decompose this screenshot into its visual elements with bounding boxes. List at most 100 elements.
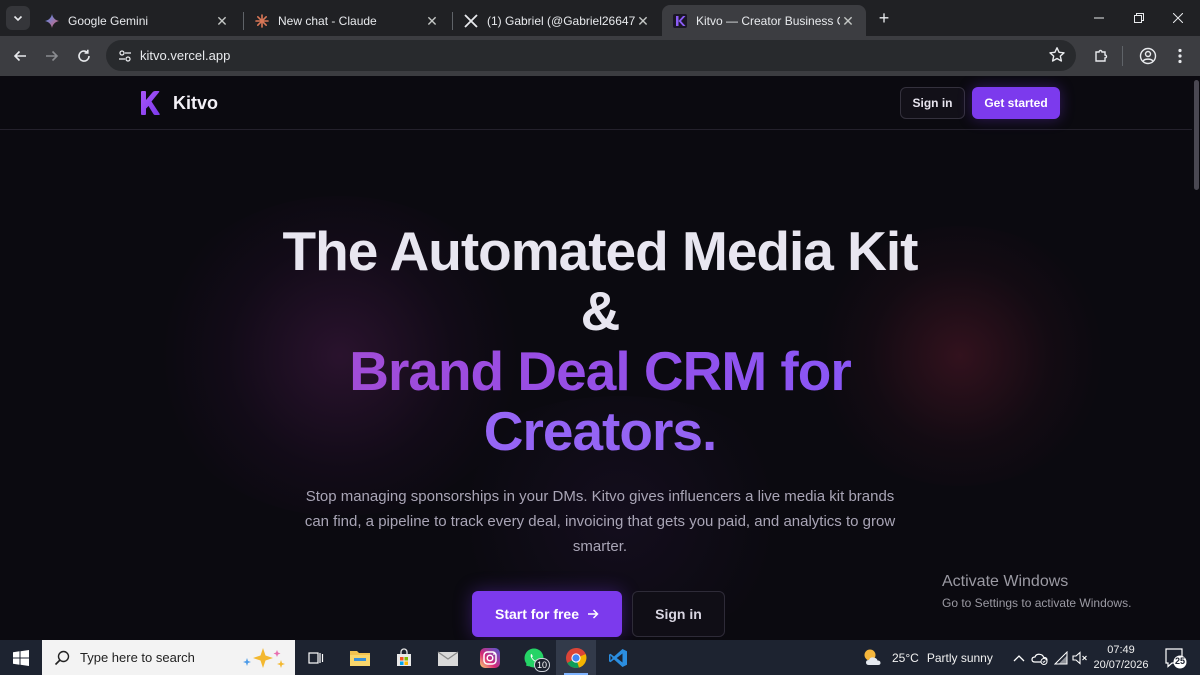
search-icon: [54, 650, 70, 665]
extensions-button[interactable]: [1089, 44, 1113, 68]
tab-google-gemini[interactable]: Google Gemini ✕: [34, 5, 240, 36]
tab-title: Google Gemini: [68, 13, 149, 28]
site-info-icon[interactable]: [116, 47, 134, 65]
vscode-button[interactable]: [598, 640, 638, 675]
tab-new-chat-claude[interactable]: New chat - Claude ✕: [244, 5, 450, 36]
search-highlight-sparkle-icon: [243, 648, 285, 668]
tab-x-profile[interactable]: (1) Gabriel (@Gabriel266477) / X ✕: [453, 5, 661, 36]
kitvo-logo-icon: [141, 91, 160, 115]
hero-line-3: Brand Deal CRM for: [0, 341, 1200, 401]
url-text[interactable]: kitvo.vercel.app: [140, 48, 230, 63]
brand-name: Kitvo: [173, 92, 218, 113]
clock-date: 20/07/2026: [1093, 659, 1149, 671]
site-header: Kitvo Sign in Get started: [0, 76, 1200, 130]
address-bar[interactable]: kitvo.vercel.app: [106, 40, 1076, 71]
chrome-menu-button[interactable]: [1168, 44, 1192, 68]
hero-line-1: The Automated Media Kit: [282, 220, 919, 282]
x-icon: [463, 13, 479, 29]
nav-signin-button[interactable]: Sign in: [900, 87, 965, 119]
weather-widget[interactable]: 25°C Partly sunny: [862, 640, 993, 675]
instagram-button[interactable]: [470, 640, 510, 675]
file-explorer-icon: [350, 650, 370, 666]
start-for-free-label: Start for free: [494, 606, 580, 622]
cloud-sync-icon: [1031, 653, 1048, 665]
more-vertical-icon: [1178, 48, 1182, 64]
gemini-icon: [44, 13, 60, 29]
tab-search-button[interactable]: [6, 6, 30, 30]
start-for-free-button[interactable]: Start for free: [472, 591, 622, 637]
arrow-left-icon: [13, 50, 26, 62]
reload-icon: [78, 49, 90, 62]
tab-title: New chat - Claude: [278, 13, 377, 28]
microsoft-store-icon: [397, 647, 411, 666]
system-clock[interactable]: 07:49 20/07/2026: [1093, 643, 1149, 673]
microsoft-store-button[interactable]: [384, 640, 424, 675]
weather-temperature: 25°C: [892, 650, 919, 665]
onedrive-tray-button[interactable]: [1030, 640, 1050, 675]
reload-button[interactable]: [72, 44, 96, 68]
vscode-icon: [609, 648, 627, 667]
browser-tab-strip: Google Gemini ✕ New chat - Claude ✕ (1) …: [0, 0, 1200, 36]
chrome-icon: [566, 647, 587, 668]
page-scrollbar[interactable]: [1192, 76, 1200, 640]
forward-button[interactable]: [40, 44, 64, 68]
new-tab-button[interactable]: +: [874, 8, 894, 28]
browser-toolbar: kitvo.vercel.app: [0, 36, 1200, 76]
weather-condition: Partly sunny: [926, 650, 993, 665]
taskbar-search[interactable]: Type here to search: [42, 640, 295, 675]
tab-title: (1) Gabriel (@Gabriel266477) / X: [487, 13, 635, 28]
hero-heading: The Automated Media Kit & Brand Deal CRM…: [0, 221, 1200, 461]
activate-windows-title: Activate Windows: [942, 573, 1069, 590]
show-hidden-icons-button[interactable]: [1010, 640, 1028, 675]
notification-count: 25: [1174, 656, 1185, 666]
activate-windows-subtitle: Go to Settings to activate Windows.: [942, 596, 1132, 610]
task-view-icon: [308, 651, 324, 664]
volume-tray-button[interactable]: [1071, 640, 1089, 675]
windows-taskbar: Type here to search 10 25°C Partly sunny: [0, 640, 1200, 675]
hero-subtext: Stop managing sponsorships in your DMs. …: [304, 488, 896, 555]
claude-icon: [254, 13, 270, 29]
tab-title: Kitvo — Creator Business OS: [696, 13, 840, 28]
chevron-down-icon: [13, 15, 23, 22]
back-button[interactable]: [8, 44, 32, 68]
close-icon[interactable]: ✕: [424, 13, 440, 29]
puzzle-icon: [1095, 49, 1108, 62]
activate-windows-watermark: Activate Windows Go to Settings to activ…: [942, 572, 1131, 612]
close-window-button[interactable]: [1156, 0, 1200, 36]
instagram-icon: [480, 647, 500, 668]
close-icon[interactable]: ✕: [214, 13, 230, 29]
profile-icon: [1139, 47, 1157, 65]
network-tray-button[interactable]: [1052, 640, 1070, 675]
minimize-icon: [1094, 17, 1104, 19]
volume-muted-icon: [1072, 650, 1087, 665]
file-explorer-button[interactable]: [340, 640, 380, 675]
task-view-button[interactable]: [296, 640, 336, 675]
start-button[interactable]: [0, 640, 42, 675]
mail-icon: [437, 650, 459, 666]
whatsapp-badge: 10: [534, 658, 550, 672]
close-icon[interactable]: ✕: [840, 13, 856, 29]
hero-line-4: Creators.: [0, 401, 1200, 461]
mail-button[interactable]: [428, 640, 468, 675]
notification-center-button[interactable]: 25: [1163, 646, 1187, 670]
clock-time: 07:49: [1107, 644, 1135, 656]
chrome-taskbar-button[interactable]: [556, 640, 596, 675]
windows-logo-icon: [13, 649, 29, 666]
brand-link[interactable]: Kitvo: [139, 91, 218, 115]
profile-button[interactable]: [1136, 44, 1160, 68]
wifi-icon: [1054, 650, 1068, 664]
arrow-right-icon: [588, 609, 599, 619]
toolbar-divider: [1122, 46, 1123, 66]
chevron-up-icon: [1013, 654, 1025, 661]
hero-signin-button[interactable]: Sign in: [632, 591, 725, 637]
bookmark-star-icon[interactable]: [1048, 46, 1066, 64]
scrollbar-thumb[interactable]: [1194, 80, 1199, 190]
tab-kitvo[interactable]: Kitvo — Creator Business OS ✕: [662, 5, 866, 36]
kitvo-icon: [672, 13, 688, 29]
close-icon[interactable]: ✕: [635, 13, 651, 29]
nav-get-started-button[interactable]: Get started: [972, 87, 1060, 119]
hero-line-2: &: [580, 280, 621, 342]
whatsapp-button[interactable]: 10: [514, 640, 554, 675]
partly-sunny-icon: [864, 649, 881, 665]
search-placeholder: Type here to search: [80, 650, 195, 665]
